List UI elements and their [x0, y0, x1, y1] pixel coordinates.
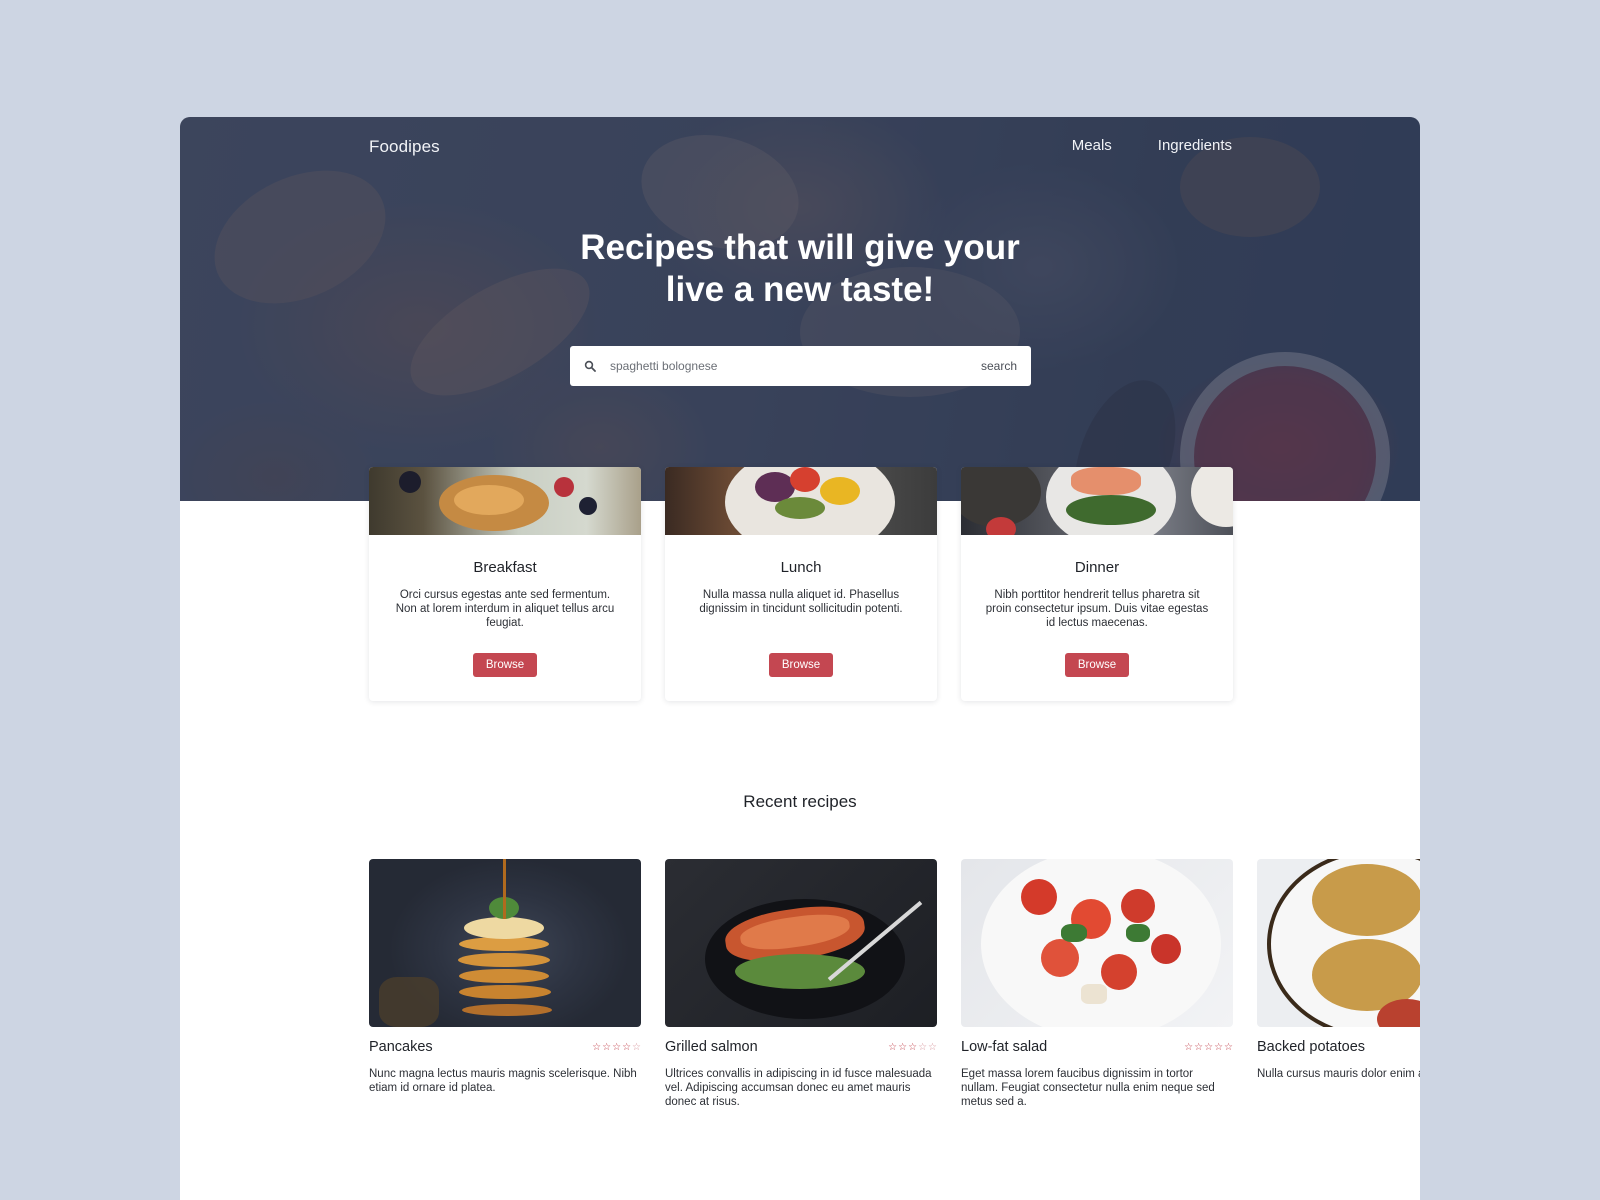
category-description: Nulla massa nulla aliquet id. Phasellus … [699, 589, 903, 615]
recipe-description: Nunc magna lectus mauris magnis sceleris… [369, 1068, 637, 1094]
recipe-name[interactable]: Grilled salmon [665, 1039, 758, 1055]
recipe-name[interactable]: Low-fat salad [961, 1039, 1047, 1055]
category-card-lunch: Lunch Nulla massa nulla aliquet id. Phas… [665, 467, 937, 701]
section-title-recent-recipes: Recent recipes [743, 792, 857, 811]
category-description: Nibh porttitor hendrerit tellus pharetra… [985, 589, 1209, 629]
star-empty-icon: ☆ [918, 1041, 928, 1053]
star-filled-icon: ☆ [1194, 1041, 1204, 1053]
main-nav: Meals Ingredients [1072, 137, 1232, 154]
browse-button-breakfast[interactable]: Browse [473, 653, 537, 677]
site-logo[interactable]: Foodipes [369, 137, 440, 157]
star-filled-icon: ☆ [898, 1041, 908, 1053]
recipe-card-backed-potatoes[interactable]: Backed potatoes Nulla cursus mauris dolo… [1257, 859, 1420, 1081]
browse-button-lunch[interactable]: Browse [769, 653, 833, 677]
star-filled-icon: ☆ [1224, 1041, 1233, 1053]
category-card-dinner: Dinner Nibh porttitor hendrerit tellus p… [961, 467, 1233, 701]
category-title: Dinner [1074, 559, 1120, 576]
star-filled-icon: ☆ [612, 1041, 622, 1053]
recipe-description: Eget massa lorem faucibus dignissim in t… [961, 1068, 1215, 1108]
recipe-image-grilled-salmon[interactable] [665, 859, 937, 1027]
recipe-image-backed-potatoes[interactable] [1257, 859, 1420, 1027]
recipe-header: Low-fat salad ☆ ☆ ☆ ☆ ☆ [961, 1039, 1233, 1055]
search-bar: search [570, 346, 1031, 386]
recipe-header: Grilled salmon ☆ ☆ ☆ ☆ ☆ [665, 1039, 937, 1055]
nav-link-meals[interactable]: Meals [1072, 137, 1112, 154]
hero-banner: Foodipes Meals Ingredients Recipes that … [180, 117, 1420, 501]
category-image-lunch [665, 467, 937, 535]
recipe-card-pancakes[interactable]: Pancakes ☆ ☆ ☆ ☆ ☆ Nunc magna lectus mauris … [369, 859, 641, 1095]
hero-title-line: live a new taste! [665, 270, 935, 309]
app-frame: Foodipes Meals Ingredients Recipes that … [180, 117, 1420, 1200]
hero-title-line: Recipes that will give your [580, 228, 1020, 267]
star-filled-icon: ☆ [1214, 1041, 1224, 1053]
star-filled-icon: ☆ [1204, 1041, 1214, 1053]
rating-stars: ☆ ☆ ☆ ☆ ☆ [888, 1042, 937, 1053]
recipe-name[interactable]: Backed potatoes [1257, 1039, 1365, 1055]
category-description: Orci cursus egestas ante sed fermentum. … [395, 589, 615, 629]
category-title: Breakfast [473, 559, 537, 576]
recipe-card-low-fat-salad[interactable]: Low-fat salad ☆ ☆ ☆ ☆ ☆ Eget massa lorem fau… [961, 859, 1233, 1109]
search-input[interactable] [610, 359, 967, 373]
category-image-dinner [961, 467, 1233, 535]
recipe-description: Ultrices convallis in adipiscing in id f… [665, 1068, 932, 1108]
hero-title: Recipes that will give your live a new t… [180, 227, 1420, 311]
star-filled-icon: ☆ [1184, 1041, 1194, 1053]
category-card-breakfast: Breakfast Orci cursus egestas ante sed f… [369, 467, 641, 701]
category-image-breakfast [369, 467, 641, 535]
recipe-card-grilled-salmon[interactable]: Grilled salmon ☆ ☆ ☆ ☆ ☆ Ultrices convallis … [665, 859, 937, 1109]
category-title: Lunch [780, 559, 822, 576]
recipe-description: Nulla cursus mauris dolor enim ante nunc… [1257, 1068, 1420, 1080]
recipe-header: Pancakes ☆ ☆ ☆ ☆ ☆ [369, 1039, 641, 1055]
star-filled-icon: ☆ [908, 1041, 918, 1053]
recipe-name[interactable]: Pancakes [369, 1039, 433, 1055]
search-button[interactable]: search [967, 359, 1031, 373]
star-filled-icon: ☆ [602, 1041, 612, 1053]
recipe-header: Backed potatoes [1257, 1039, 1420, 1055]
star-filled-icon: ☆ [888, 1041, 898, 1053]
browse-button-dinner[interactable]: Browse [1065, 653, 1129, 677]
star-empty-icon: ☆ [928, 1041, 937, 1053]
star-filled-icon: ☆ [622, 1041, 632, 1053]
recipe-image-low-fat-salad[interactable] [961, 859, 1233, 1027]
recipe-image-pancakes[interactable] [369, 859, 641, 1027]
nav-link-ingredients[interactable]: Ingredients [1158, 137, 1232, 154]
rating-stars: ☆ ☆ ☆ ☆ ☆ [592, 1042, 641, 1053]
star-filled-icon: ☆ [592, 1041, 602, 1053]
rating-stars: ☆ ☆ ☆ ☆ ☆ [1184, 1042, 1233, 1053]
search-icon [570, 346, 610, 386]
star-empty-icon: ☆ [632, 1041, 641, 1053]
